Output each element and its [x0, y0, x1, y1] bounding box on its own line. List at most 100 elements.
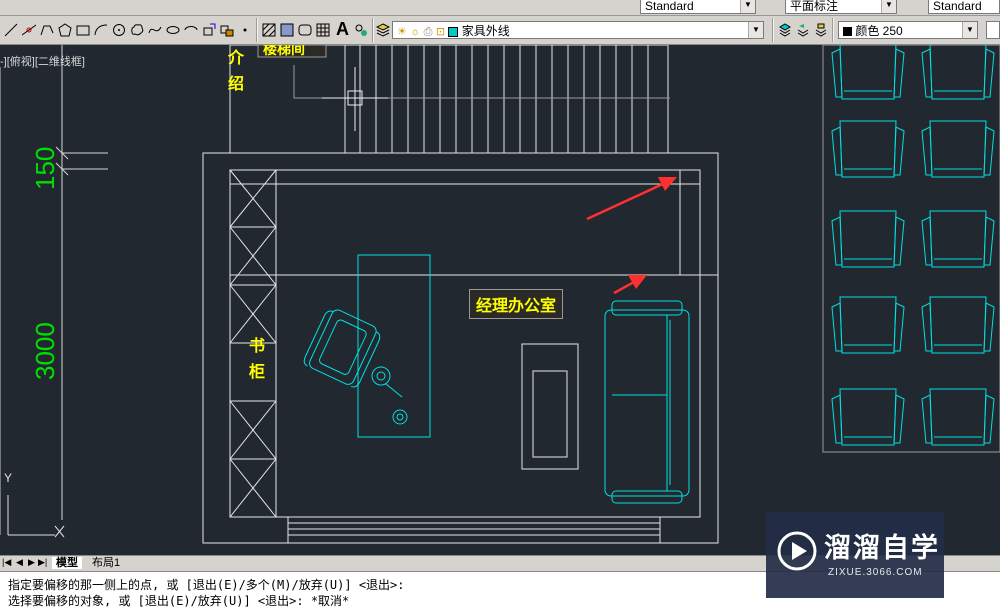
seat [831, 388, 905, 446]
spline-tool-icon[interactable] [148, 23, 162, 37]
dim-style-select[interactable]: 平面标注 ▼ [785, 0, 897, 14]
rectangle-tool-icon[interactable] [76, 23, 90, 37]
stair-area [229, 45, 669, 154]
chevron-down-icon[interactable]: ▼ [881, 0, 896, 13]
seating-area [822, 45, 1000, 453]
add-selected-icon[interactable] [354, 23, 368, 37]
intro-label-1: 介 [228, 50, 245, 67]
toolbar-divider [832, 18, 834, 42]
lightbulb-icon: ☀ [397, 26, 407, 38]
arc-tool-icon[interactable] [94, 23, 108, 37]
line-tool-icon[interactable] [4, 23, 18, 37]
layer-color-swatch [448, 26, 459, 37]
table-tool-icon[interactable] [316, 23, 330, 37]
table-style-select[interactable]: Standard [928, 0, 1000, 14]
ucs-y-label: Y [4, 471, 13, 485]
annotation-arrow [586, 177, 677, 221]
desk [357, 254, 431, 438]
bookcase-label-1: 书 [249, 338, 266, 355]
ucs-x-mark [54, 525, 65, 538]
seat [831, 45, 905, 100]
chevron-down-icon[interactable]: ▼ [740, 0, 755, 13]
window-strip [287, 516, 661, 544]
seat [921, 388, 995, 446]
layer-manager-icon[interactable] [376, 23, 390, 37]
watermark-url: ZIXUE.3066.COM [828, 567, 923, 578]
multiline-text-icon[interactable]: A [336, 19, 349, 40]
seat [921, 210, 995, 268]
color-swatch [843, 27, 852, 37]
toolbar-divider [372, 18, 374, 42]
coffee-table [521, 343, 579, 470]
auditorium-seats [831, 45, 995, 446]
stair-treads [344, 45, 649, 153]
ellipse-arc-icon[interactable] [184, 23, 198, 37]
revision-cloud-icon[interactable] [130, 23, 144, 37]
insert-block-icon[interactable] [202, 23, 216, 37]
make-layer-current-icon[interactable] [778, 23, 792, 37]
tab-nav-first-icon[interactable]: |◀ [2, 557, 11, 568]
dimension-3000: 3000 [30, 322, 60, 380]
sun-icon: ☼ [410, 26, 421, 38]
color-value: 颜色 250 [855, 24, 903, 38]
make-block-icon[interactable] [220, 23, 234, 37]
intro-label-2: 绍 [228, 76, 245, 93]
text-style-select[interactable]: Standard ▼ [640, 0, 756, 14]
toolbar-divider [256, 18, 258, 42]
table-style-value: Standard [933, 0, 982, 13]
desk-lamp [371, 366, 408, 425]
chevron-down-icon[interactable]: ▼ [962, 22, 977, 38]
polygon-tool-icon[interactable] [58, 23, 72, 37]
office-inner-wall [229, 169, 701, 518]
crosshair-cursor [322, 67, 388, 131]
stair-label: 楼梯间 [263, 45, 305, 57]
color-select[interactable]: 颜色 250 ▼ [838, 21, 978, 39]
command-history-line: 选择要偏移的对象, 或 [退出(E)/放弃(U)] <退出>: *取消* [8, 594, 350, 608]
watermark: 溜溜自学 ZIXUE.3066.COM [766, 512, 944, 598]
office-room-label: 经理办公室 [469, 289, 564, 319]
play-logo-icon [777, 531, 817, 571]
text-style-value: Standard [645, 0, 694, 13]
layer-previous-icon[interactable] [796, 23, 810, 37]
tab-nav-next-icon[interactable]: ▶ [28, 557, 35, 568]
tab-model[interactable]: 模型 [52, 557, 82, 569]
layer-name: 家具外线 [461, 24, 510, 38]
viewport-label[interactable]: -][俯视][二维线框] [0, 53, 85, 69]
seat [831, 296, 905, 354]
seat [831, 120, 905, 178]
sofa [604, 300, 690, 504]
seat [831, 210, 905, 268]
bookcase-label-2: 柜 [249, 364, 266, 381]
toolbar-divider [772, 18, 774, 42]
print-icon: ⎙ [423, 26, 433, 38]
watermark-brand: 溜溜自学 [824, 533, 940, 563]
annotation-arrow [613, 275, 647, 295]
ellipse-tool-icon[interactable] [166, 23, 180, 37]
lock-icon: ⊡ [435, 26, 446, 38]
office-chair [303, 309, 381, 388]
seat [921, 296, 995, 354]
polyline-tool-icon[interactable] [40, 23, 54, 37]
circle-tool-icon[interactable] [112, 23, 126, 37]
linetype-select[interactable] [986, 21, 1000, 39]
tab-nav-prev-icon[interactable]: ◀ [16, 557, 23, 568]
tab-layout1[interactable]: 布局1 [88, 557, 124, 569]
office-outer-wall [202, 152, 719, 544]
stair-arrow-line [293, 65, 670, 99]
dim-style-value: 平面标注 [790, 0, 839, 13]
seat [921, 120, 995, 178]
layer-select[interactable]: ☀ ☼ ⎙ ⊡ 家具外线 ▼ [392, 21, 764, 39]
point-tool-icon[interactable] [238, 23, 252, 37]
seat [921, 45, 995, 100]
toolbar-row-1: Standard ▼ 平面标注 ▼ Standard [0, 0, 1000, 16]
layer-state-icon[interactable] [814, 23, 828, 37]
region-tool-icon[interactable] [298, 23, 312, 37]
drawing-canvas[interactable]: -][俯视][二维线框] 150 3000 楼梯间 介 绍 经理办公室 书 柜 … [0, 45, 1000, 555]
toolbar-row-2: A ☀ ☼ ⎙ ⊡ 家具外线 ▼ 颜色 250 ▼ [0, 16, 1000, 45]
chevron-down-icon[interactable]: ▼ [748, 22, 763, 38]
construction-line-icon[interactable] [22, 23, 36, 37]
hatch-tool-icon[interactable] [262, 23, 276, 37]
gradient-tool-icon[interactable] [280, 23, 294, 37]
tab-nav-last-icon[interactable]: ▶| [38, 557, 47, 568]
command-history-line: 指定要偏移的那一侧上的点, 或 [退出(E)/多个(M)/放弃(U)] <退出>… [8, 578, 405, 592]
